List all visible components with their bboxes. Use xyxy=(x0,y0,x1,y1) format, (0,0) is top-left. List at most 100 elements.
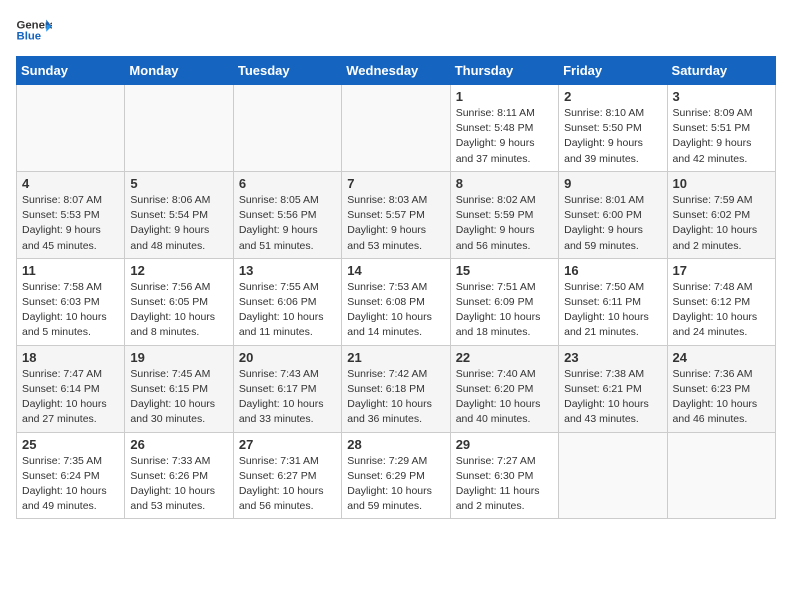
calendar-header: SundayMondayTuesdayWednesdayThursdayFrid… xyxy=(17,57,776,85)
calendar-cell: 2 Sunrise: 8:10 AM Sunset: 5:50 PM Daylig… xyxy=(559,85,667,172)
day-number: 27 xyxy=(239,437,336,452)
calendar-cell: 19 Sunrise: 7:45 AM Sunset: 6:15 PM Dayli… xyxy=(125,345,233,432)
day-info: Sunrise: 7:42 AM Sunset: 6:18 PM Dayligh… xyxy=(347,367,444,428)
weekday-header: Wednesday xyxy=(342,57,450,85)
day-info: Sunrise: 7:48 AM Sunset: 6:12 PM Dayligh… xyxy=(673,280,770,341)
day-info: Sunrise: 7:40 AM Sunset: 6:20 PM Dayligh… xyxy=(456,367,553,428)
calendar-week-row: 1 Sunrise: 8:11 AM Sunset: 5:48 PM Daylig… xyxy=(17,85,776,172)
calendar-cell: 5Sunrise: 8:06 AM Sunset: 5:54 PM Daylig… xyxy=(125,171,233,258)
calendar-cell: 25 Sunrise: 7:35 AM Sunset: 6:24 PM Dayli… xyxy=(17,432,125,519)
day-info: Sunrise: 7:35 AM Sunset: 6:24 PM Dayligh… xyxy=(22,454,119,515)
day-number: 4 xyxy=(22,176,119,191)
day-number: 16 xyxy=(564,263,661,278)
logo: General Blue xyxy=(16,16,52,44)
day-info: Sunrise: 7:47 AM Sunset: 6:14 PM Dayligh… xyxy=(22,367,119,428)
day-number: 18 xyxy=(22,350,119,365)
day-number: 25 xyxy=(22,437,119,452)
calendar-cell: 22 Sunrise: 7:40 AM Sunset: 6:20 PM Dayli… xyxy=(450,345,558,432)
day-info: Sunrise: 8:09 AM Sunset: 5:51 PM Dayligh… xyxy=(673,106,770,167)
day-number: 7 xyxy=(347,176,444,191)
weekday-header: Sunday xyxy=(17,57,125,85)
day-info: Sunrise: 7:59 AM Sunset: 6:02 PM Dayligh… xyxy=(673,193,770,254)
day-info: Sunrise: 7:56 AM Sunset: 6:05 PM Dayligh… xyxy=(130,280,227,341)
day-info: Sunrise: 7:50 AM Sunset: 6:11 PM Dayligh… xyxy=(564,280,661,341)
calendar-cell xyxy=(559,432,667,519)
calendar-table: SundayMondayTuesdayWednesdayThursdayFrid… xyxy=(16,56,776,519)
day-info: Sunrise: 7:29 AM Sunset: 6:29 PM Dayligh… xyxy=(347,454,444,515)
day-info: Sunrise: 8:05 AM Sunset: 5:56 PM Dayligh… xyxy=(239,193,336,254)
day-number: 17 xyxy=(673,263,770,278)
day-number: 12 xyxy=(130,263,227,278)
day-info: Sunrise: 8:01 AM Sunset: 6:00 PM Dayligh… xyxy=(564,193,661,254)
calendar-cell: 18 Sunrise: 7:47 AM Sunset: 6:14 PM Dayli… xyxy=(17,345,125,432)
day-number: 29 xyxy=(456,437,553,452)
day-number: 11 xyxy=(22,263,119,278)
calendar-cell: 1 Sunrise: 8:11 AM Sunset: 5:48 PM Daylig… xyxy=(450,85,558,172)
calendar-cell: 17 Sunrise: 7:48 AM Sunset: 6:12 PM Dayli… xyxy=(667,258,775,345)
calendar-cell: 4 Sunrise: 8:07 AM Sunset: 5:53 PM Daylig… xyxy=(17,171,125,258)
day-info: Sunrise: 7:55 AM Sunset: 6:06 PM Dayligh… xyxy=(239,280,336,341)
day-number: 23 xyxy=(564,350,661,365)
day-number: 5 xyxy=(130,176,227,191)
calendar-cell: 8 Sunrise: 8:02 AM Sunset: 5:59 PM Daylig… xyxy=(450,171,558,258)
day-info: Sunrise: 8:11 AM Sunset: 5:48 PM Dayligh… xyxy=(456,106,553,167)
weekday-header: Friday xyxy=(559,57,667,85)
calendar-week-row: 18 Sunrise: 7:47 AM Sunset: 6:14 PM Dayli… xyxy=(17,345,776,432)
day-number: 22 xyxy=(456,350,553,365)
calendar-cell: 6 Sunrise: 8:05 AM Sunset: 5:56 PM Daylig… xyxy=(233,171,341,258)
day-info: Sunrise: 7:31 AM Sunset: 6:27 PM Dayligh… xyxy=(239,454,336,515)
day-info: Sunrise: 7:38 AM Sunset: 6:21 PM Dayligh… xyxy=(564,367,661,428)
day-info: Sunrise: 7:43 AM Sunset: 6:17 PM Dayligh… xyxy=(239,367,336,428)
calendar-week-row: 25 Sunrise: 7:35 AM Sunset: 6:24 PM Dayli… xyxy=(17,432,776,519)
calendar-cell: 7 Sunrise: 8:03 AM Sunset: 5:57 PM Daylig… xyxy=(342,171,450,258)
page-header: General Blue xyxy=(16,16,776,44)
day-number: 14 xyxy=(347,263,444,278)
calendar-cell: 15 Sunrise: 7:51 AM Sunset: 6:09 PM Dayli… xyxy=(450,258,558,345)
day-number: 26 xyxy=(130,437,227,452)
calendar-cell: 27 Sunrise: 7:31 AM Sunset: 6:27 PM Dayli… xyxy=(233,432,341,519)
calendar-cell: 23 Sunrise: 7:38 AM Sunset: 6:21 PM Dayli… xyxy=(559,345,667,432)
day-info: Sunrise: 8:07 AM Sunset: 5:53 PM Dayligh… xyxy=(22,193,119,254)
calendar-cell: 12 Sunrise: 7:56 AM Sunset: 6:05 PM Dayli… xyxy=(125,258,233,345)
svg-text:Blue: Blue xyxy=(17,31,42,43)
day-info: Sunrise: 7:33 AM Sunset: 6:26 PM Dayligh… xyxy=(130,454,227,515)
calendar-week-row: 4 Sunrise: 8:07 AM Sunset: 5:53 PM Daylig… xyxy=(17,171,776,258)
day-number: 28 xyxy=(347,437,444,452)
day-number: 6 xyxy=(239,176,336,191)
day-info: Sunrise: 8:02 AM Sunset: 5:59 PM Dayligh… xyxy=(456,193,553,254)
day-info: Sunrise: 7:45 AM Sunset: 6:15 PM Dayligh… xyxy=(130,367,227,428)
day-number: 9 xyxy=(564,176,661,191)
calendar-cell xyxy=(667,432,775,519)
day-info: Sunrise: 7:53 AM Sunset: 6:08 PM Dayligh… xyxy=(347,280,444,341)
day-number: 3 xyxy=(673,89,770,104)
day-number: 2 xyxy=(564,89,661,104)
day-number: 24 xyxy=(673,350,770,365)
calendar-cell: 16 Sunrise: 7:50 AM Sunset: 6:11 PM Dayli… xyxy=(559,258,667,345)
day-number: 21 xyxy=(347,350,444,365)
calendar-cell: 24 Sunrise: 7:36 AM Sunset: 6:23 PM Dayli… xyxy=(667,345,775,432)
day-number: 1 xyxy=(456,89,553,104)
calendar-cell: 20Sunrise: 7:43 AM Sunset: 6:17 PM Dayli… xyxy=(233,345,341,432)
logo-icon: General Blue xyxy=(16,16,52,44)
day-number: 8 xyxy=(456,176,553,191)
day-number: 15 xyxy=(456,263,553,278)
day-info: Sunrise: 7:27 AM Sunset: 6:30 PM Dayligh… xyxy=(456,454,553,515)
weekday-header: Tuesday xyxy=(233,57,341,85)
calendar-cell: 14 Sunrise: 7:53 AM Sunset: 6:08 PM Dayli… xyxy=(342,258,450,345)
calendar-cell: 13Sunrise: 7:55 AM Sunset: 6:06 PM Dayli… xyxy=(233,258,341,345)
day-info: Sunrise: 7:51 AM Sunset: 6:09 PM Dayligh… xyxy=(456,280,553,341)
day-number: 10 xyxy=(673,176,770,191)
calendar-cell: 28 Sunrise: 7:29 AM Sunset: 6:29 PM Dayli… xyxy=(342,432,450,519)
weekday-header: Monday xyxy=(125,57,233,85)
weekday-header: Saturday xyxy=(667,57,775,85)
day-info: Sunrise: 8:03 AM Sunset: 5:57 PM Dayligh… xyxy=(347,193,444,254)
calendar-body: 1 Sunrise: 8:11 AM Sunset: 5:48 PM Daylig… xyxy=(17,85,776,519)
day-info: Sunrise: 7:36 AM Sunset: 6:23 PM Dayligh… xyxy=(673,367,770,428)
day-info: Sunrise: 8:10 AM Sunset: 5:50 PM Dayligh… xyxy=(564,106,661,167)
calendar-cell: 3 Sunrise: 8:09 AM Sunset: 5:51 PM Daylig… xyxy=(667,85,775,172)
calendar-cell xyxy=(17,85,125,172)
day-number: 19 xyxy=(130,350,227,365)
weekday-header: Thursday xyxy=(450,57,558,85)
day-info: Sunrise: 7:58 AM Sunset: 6:03 PM Dayligh… xyxy=(22,280,119,341)
calendar-cell: 11 Sunrise: 7:58 AM Sunset: 6:03 PM Dayli… xyxy=(17,258,125,345)
